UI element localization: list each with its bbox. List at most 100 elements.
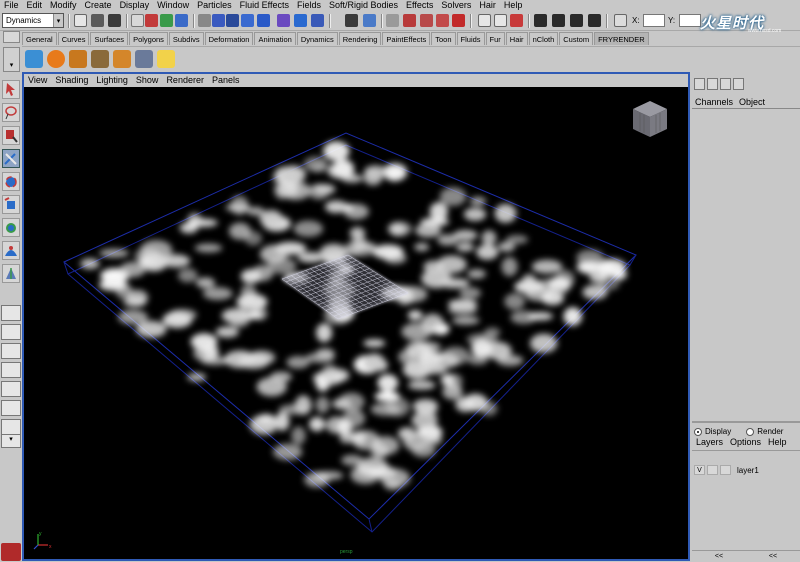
layout-outliner-icon[interactable] <box>1 381 21 397</box>
panel-menu-view[interactable]: View <box>24 74 51 87</box>
panel-menu-shading[interactable]: Shading <box>51 74 92 87</box>
select-component-icon[interactable] <box>175 14 188 27</box>
new-scene-icon[interactable] <box>74 14 87 27</box>
layer-menu-options[interactable]: Options <box>728 437 763 448</box>
open-scene-icon[interactable] <box>91 14 104 27</box>
selection-mask-icon[interactable] <box>131 14 144 27</box>
highlight-selection-icon[interactable] <box>363 14 376 27</box>
menu-window[interactable]: Window <box>153 0 193 11</box>
render-radio[interactable] <box>746 427 755 436</box>
render-settings-icon[interactable] <box>588 14 601 27</box>
tab-ncloth[interactable]: nCloth <box>528 32 559 45</box>
render-view-icon[interactable] <box>534 14 547 27</box>
construction-history-icon[interactable] <box>510 14 523 27</box>
layout-menu-chevron-icon[interactable]: ▾ <box>1 434 21 448</box>
handle-mask-icon[interactable] <box>212 14 225 27</box>
tab-fur[interactable]: Fur <box>485 32 505 45</box>
fry-grid-icon[interactable] <box>135 50 153 68</box>
deformer-mask-icon[interactable] <box>277 14 290 27</box>
menu-fields[interactable]: Fields <box>293 0 325 11</box>
snap-view-plane-icon[interactable] <box>436 14 449 27</box>
input-line-mode-icon[interactable] <box>614 14 627 27</box>
menu-display[interactable]: Display <box>116 0 154 11</box>
perspective-viewport[interactable]: View Shading Lighting Show Renderer Panels <box>22 72 690 561</box>
render-doc-icon[interactable] <box>25 50 43 68</box>
layer-menu-layers[interactable]: Layers <box>694 437 725 448</box>
menu-solvers[interactable]: Solvers <box>437 0 475 11</box>
curve-mask-icon[interactable] <box>241 14 254 27</box>
menu-file[interactable]: File <box>0 0 23 11</box>
attribute-editor-toggle-icon[interactable] <box>707 78 718 90</box>
render-frame-icon[interactable] <box>552 14 565 27</box>
nav-left-button[interactable]: << <box>715 551 723 561</box>
tab-hair[interactable]: Hair <box>505 32 528 45</box>
tab-polygons[interactable]: Polygons <box>129 32 168 45</box>
tab-subdivs[interactable]: Subdivs <box>168 32 204 45</box>
fry-material-mix-icon[interactable] <box>113 50 131 68</box>
fry-camera-icon[interactable] <box>91 50 109 68</box>
panel-divider[interactable] <box>692 421 800 423</box>
layout-two-stack-icon[interactable] <box>1 362 21 378</box>
layer-editor-toggle-icon[interactable] <box>733 78 744 90</box>
tab-custom[interactable]: Custom <box>559 32 594 45</box>
tab-toon[interactable]: Toon <box>431 32 456 45</box>
tab-deformation[interactable]: Deformation <box>204 32 254 45</box>
menu-set-dropdown[interactable]: Dynamics ▾ <box>2 13 64 28</box>
tab-curves[interactable]: Curves <box>57 32 90 45</box>
menu-effects[interactable]: Effects <box>402 0 437 11</box>
dynamics-mask-icon[interactable] <box>294 14 307 27</box>
tool-settings-toggle-icon[interactable] <box>720 78 731 90</box>
cb-menu-channels[interactable]: Channels <box>692 96 736 108</box>
show-manipulator-icon[interactable] <box>2 264 20 283</box>
snap-grid-icon[interactable] <box>386 14 399 27</box>
tab-surfaces[interactable]: Surfaces <box>90 32 129 45</box>
layer-visibility-toggle[interactable]: V <box>694 465 705 475</box>
y-input[interactable] <box>679 14 701 27</box>
output-connections-icon[interactable] <box>494 14 507 27</box>
surface-mask-icon[interactable] <box>257 14 270 27</box>
layout-graph-icon[interactable] <box>1 400 21 416</box>
channel-box-toggle-icon[interactable] <box>694 78 705 90</box>
menu-fluid-effects[interactable]: Fluid Effects <box>236 0 293 11</box>
menu-modify[interactable]: Modify <box>46 0 81 11</box>
panel-menu-lighting[interactable]: Lighting <box>92 74 132 87</box>
view-cube[interactable] <box>633 101 667 137</box>
joint-mask-icon[interactable] <box>226 14 239 27</box>
rendering-mask-icon[interactable] <box>311 14 324 27</box>
select-object-icon[interactable] <box>160 14 173 27</box>
tab-painteffects[interactable]: PaintEffects <box>382 32 431 45</box>
layout-single-icon[interactable] <box>1 305 21 321</box>
tab-fluids[interactable]: Fluids <box>456 32 485 45</box>
lock-selection-icon[interactable] <box>345 14 358 27</box>
sphere-render-icon[interactable] <box>47 50 65 68</box>
layout-two-side-icon[interactable] <box>1 343 21 359</box>
paint-select-tool-icon[interactable] <box>2 126 20 145</box>
pick-mask-icon[interactable] <box>198 14 211 27</box>
panel-menu-panels[interactable]: Panels <box>208 74 244 87</box>
snap-point-icon[interactable] <box>420 14 433 27</box>
viewport-canvas[interactable]: x y persp <box>24 87 688 559</box>
layout-four-icon[interactable] <box>1 324 21 340</box>
panel-menu-renderer[interactable]: Renderer <box>162 74 208 87</box>
menu-edit[interactable]: Edit <box>23 0 47 11</box>
nav-right-button[interactable]: << <box>769 551 777 561</box>
lasso-tool-icon[interactable] <box>2 103 20 122</box>
tab-dynamics[interactable]: Dynamics <box>296 32 338 45</box>
layout-hypershade-icon[interactable] <box>1 419 21 435</box>
universal-manipulator-icon[interactable] <box>2 218 20 237</box>
menu-soft-rigid-bodies[interactable]: Soft/Rigid Bodies <box>325 0 402 11</box>
cb-menu-object[interactable]: Object <box>736 96 768 108</box>
fry-material-icon[interactable] <box>69 50 87 68</box>
panel-menu-show[interactable]: Show <box>132 74 163 87</box>
scale-tool-icon[interactable] <box>2 195 20 214</box>
snap-curve-icon[interactable] <box>403 14 416 27</box>
shelf-menu-button[interactable] <box>3 31 20 43</box>
tab-rendering[interactable]: Rendering <box>338 32 382 45</box>
soft-modification-icon[interactable] <box>2 241 20 260</box>
rotate-tool-icon[interactable] <box>2 172 20 191</box>
layer-menu-help[interactable]: Help <box>766 437 789 448</box>
layer-row[interactable]: V layer1 <box>694 464 800 476</box>
move-tool-icon[interactable] <box>2 149 20 168</box>
select-tool-icon[interactable] <box>2 80 20 99</box>
tab-animation[interactable]: Animation <box>254 32 296 45</box>
